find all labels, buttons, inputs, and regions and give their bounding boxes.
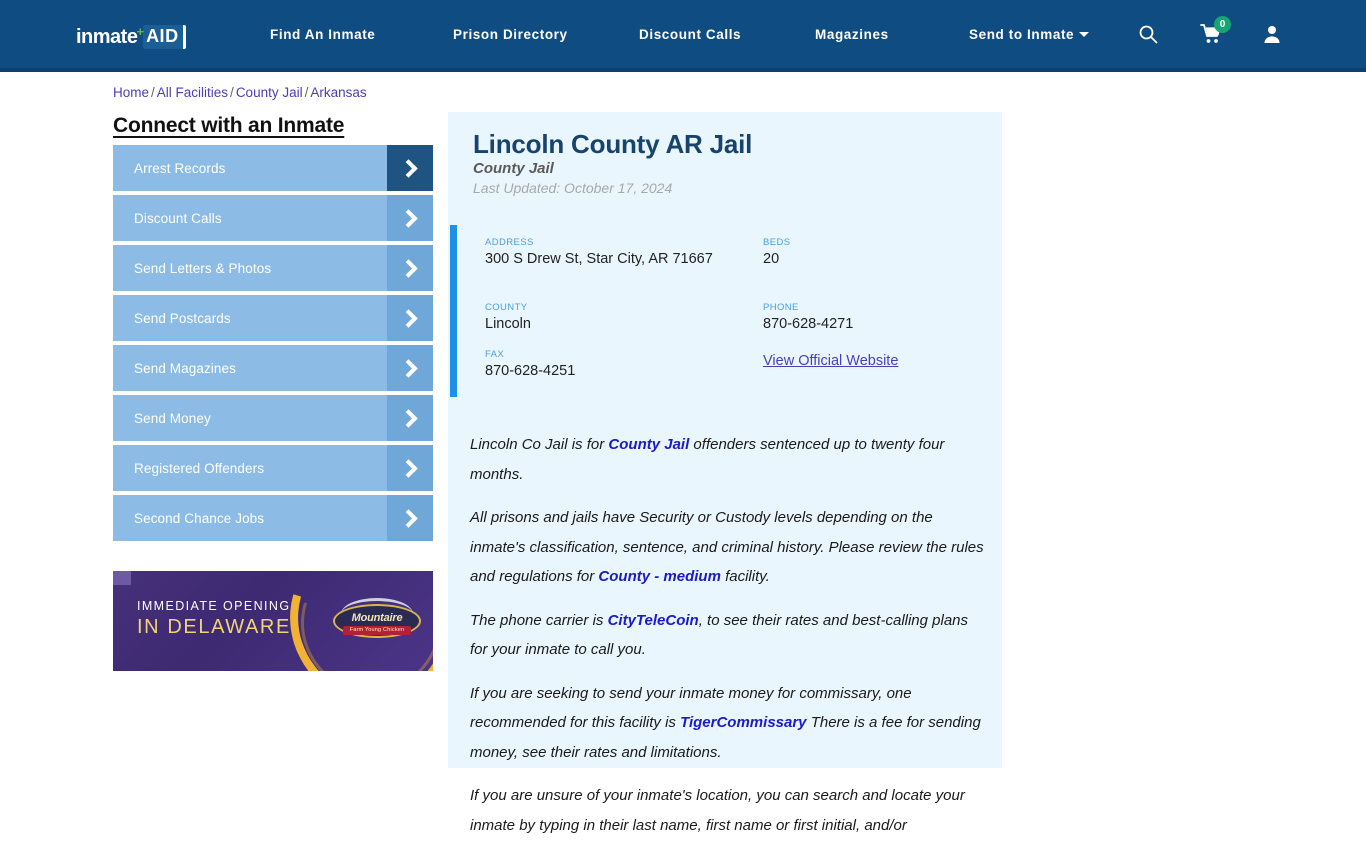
- info-label-address: ADDRESS: [485, 237, 534, 248]
- site-header: inmate + AID Find An Inmate Prison Direc…: [0, 0, 1366, 72]
- sidebar-item-arrest-records[interactable]: Arrest Records: [113, 145, 433, 191]
- paragraph-2: All prisons and jails have Security or C…: [470, 503, 988, 592]
- paragraph-3-text-a: The phone carrier is: [470, 611, 608, 629]
- chevron-right-icon: [387, 395, 433, 441]
- nav-item-send-to-inmate-label: Send to Inmate: [969, 26, 1075, 42]
- breadcrumb-item-arkansas[interactable]: Arkansas: [310, 85, 366, 100]
- paragraph-5-text-a: If you are unsure of your inmate's locat…: [470, 787, 965, 834]
- sidebar-item-registered-offenders[interactable]: Registered Offenders: [113, 445, 433, 491]
- sidebar-item-second-chance-jobs[interactable]: Second Chance Jobs: [113, 495, 433, 541]
- nav-item-find-an-inmate[interactable]: Find An Inmate: [270, 27, 375, 42]
- info-label-phone: PHONE: [763, 302, 799, 313]
- info-label-fax: FAX: [485, 349, 505, 360]
- info-label-county: COUNTY: [485, 302, 528, 313]
- paragraph-1-text-a: Lincoln Co Jail is for: [470, 436, 609, 453]
- mountaire-logo-icon: Mountaire Farm Young Chicken: [333, 598, 421, 644]
- sidebar-item-label: Send Postcards: [134, 310, 231, 326]
- info-field-address: ADDRESS 300 S Drew St, Star City, AR 716…: [485, 237, 715, 269]
- info-field-website: View Official Website: [763, 352, 993, 370]
- logo-plus-icon: +: [136, 23, 145, 39]
- sidebar-item-discount-calls[interactable]: Discount Calls: [113, 195, 433, 241]
- paragraph-4: If you are seeking to send your inmate m…: [470, 679, 988, 768]
- sidebar-advertisement[interactable]: IMMEDIATE OPENING IN DELAWARE Mountaire …: [113, 571, 433, 671]
- ad-logo-name: Mountaire: [351, 612, 403, 624]
- chevron-right-icon: [387, 245, 433, 291]
- page-title: Lincoln County AR Jail: [473, 129, 753, 159]
- sidebar-heading: Connect with an Inmate: [113, 114, 345, 137]
- sidebar-item-label: Send Money: [134, 410, 211, 426]
- breadcrumb-item-all-facilities[interactable]: All Facilities: [157, 85, 228, 100]
- sidebar-button-list: Arrest Records Discount Calls Send Lette…: [113, 145, 433, 545]
- chevron-right-icon: [387, 295, 433, 341]
- last-updated-text: Last Updated: October 17, 2024: [473, 180, 673, 196]
- sidebar-item-label: Second Chance Jobs: [134, 510, 265, 526]
- breadcrumb-separator: /: [230, 85, 234, 100]
- info-value-phone: 870-628-4271: [763, 316, 854, 332]
- facility-description: Lincoln Co Jail is for County Jail offen…: [470, 430, 988, 854]
- paragraph-1: Lincoln Co Jail is for County Jail offen…: [470, 430, 988, 489]
- facility-info-block: ADDRESS 300 S Drew St, Star City, AR 716…: [450, 225, 990, 397]
- chevron-down-icon: [1079, 32, 1090, 38]
- logo-aid-badge: AID: [143, 24, 186, 50]
- nav-item-magazines[interactable]: Magazines: [815, 27, 889, 42]
- sidebar-item-send-money[interactable]: Send Money: [113, 395, 433, 441]
- paragraph-5: If you are unsure of your inmate's locat…: [470, 781, 988, 840]
- sidebar-item-send-magazines[interactable]: Send Magazines: [113, 345, 433, 391]
- info-value-address: 300 S Drew St, Star City, AR 71667: [485, 251, 713, 267]
- shopping-cart-icon[interactable]: 0: [1200, 16, 1231, 49]
- ad-logo-subtitle: Farm Young Chicken: [343, 626, 411, 635]
- info-value-fax: 870-628-4251: [485, 363, 576, 379]
- chevron-right-icon: [387, 495, 433, 541]
- info-field-fax: FAX 870-628-4251: [485, 349, 715, 381]
- nav-item-discount-calls[interactable]: Discount Calls: [639, 27, 741, 42]
- info-value-beds: 20: [763, 251, 780, 267]
- sidebar-item-label: Discount Calls: [134, 210, 222, 226]
- sidebar-item-send-letters-photos[interactable]: Send Letters & Photos: [113, 245, 433, 291]
- logo-wordmark: inmate: [76, 26, 138, 48]
- paragraph-4-highlight[interactable]: TigerCommissary: [680, 714, 806, 731]
- info-field-county: COUNTY Lincoln: [485, 302, 715, 334]
- cart-count-badge: 0: [1214, 16, 1231, 33]
- chevron-right-icon: [387, 445, 433, 491]
- paragraph-3: The phone carrier is CityTeleCoin, to se…: [470, 606, 988, 665]
- paragraph-3-highlight[interactable]: CityTeleCoin: [608, 612, 699, 629]
- sidebar-item-label: Arrest Records: [134, 160, 226, 176]
- ad-headline-primary: IMMEDIATE OPENING: [137, 599, 291, 613]
- search-icon[interactable]: [1138, 24, 1158, 49]
- breadcrumb-separator: /: [151, 85, 155, 100]
- header-inner: inmate + AID Find An Inmate Prison Direc…: [0, 0, 1366, 68]
- breadcrumb-item-home[interactable]: Home: [113, 85, 149, 100]
- view-official-website-link[interactable]: View Official Website: [763, 353, 898, 369]
- chevron-right-icon: [387, 345, 433, 391]
- nav-item-send-to-inmate[interactable]: Send to Inmate: [969, 26, 1090, 42]
- ad-corner-accent: [113, 571, 131, 585]
- info-value-county: Lincoln: [485, 316, 531, 332]
- paragraph-2-text-c: facility.: [720, 568, 770, 585]
- breadcrumb-item-county-jail[interactable]: County Jail: [236, 85, 303, 100]
- paragraph-2-highlight[interactable]: County - medium: [598, 568, 721, 585]
- chevron-right-icon: [387, 145, 433, 191]
- facility-type-subtitle: County Jail: [473, 160, 554, 177]
- breadcrumb: Home / All Facilities / County Jail / Arkansas: [113, 85, 367, 100]
- facility-content-card: Lincoln County AR Jail County Jail Last …: [448, 112, 1002, 834]
- sidebar-item-label: Registered Offenders: [134, 460, 265, 476]
- info-label-beds: BEDS: [763, 237, 791, 248]
- info-field-phone: PHONE 870-628-4271: [763, 302, 963, 334]
- user-account-icon[interactable]: [1262, 24, 1282, 49]
- sidebar-item-label: Send Magazines: [134, 360, 236, 376]
- info-field-beds: BEDS 20: [763, 237, 963, 269]
- paragraph-1-highlight[interactable]: County Jail: [608, 436, 689, 453]
- sidebar-item-label: Send Letters & Photos: [134, 260, 272, 276]
- nav-item-prison-directory[interactable]: Prison Directory: [453, 27, 568, 42]
- sidebar-item-send-postcards[interactable]: Send Postcards: [113, 295, 433, 341]
- site-logo[interactable]: inmate + AID: [76, 24, 186, 50]
- ad-headline-secondary: IN DELAWARE: [137, 616, 291, 638]
- chevron-right-icon: [387, 195, 433, 241]
